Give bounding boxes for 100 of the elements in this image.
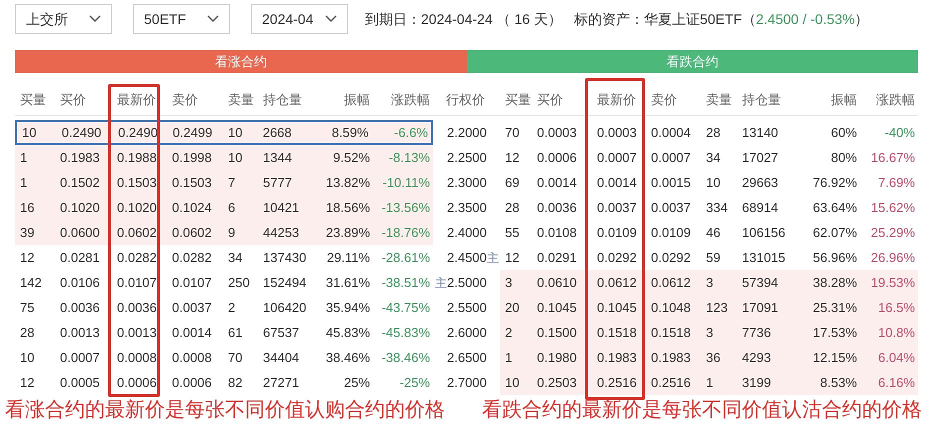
table-cell-text: 0.0612 — [651, 274, 691, 292]
table-cell-text: 0.0006 — [172, 374, 212, 392]
table-cell-text: 10 — [505, 374, 520, 392]
table-cell-text: 3 — [505, 274, 512, 292]
table-cell-text: 0.1983 — [651, 348, 691, 367]
table-cell-text: 44253 — [263, 224, 300, 242]
column-header: 涨跌幅 — [876, 90, 915, 109]
table-cell-text: 63.64% — [812, 198, 857, 217]
column-header: 买量 — [505, 90, 531, 109]
column-header: 卖价 — [172, 90, 198, 109]
table-cell-text: 0.1020 — [60, 198, 100, 217]
table-cell-text: 5777 — [263, 174, 292, 192]
strike-price: 2.6000 — [447, 324, 487, 342]
table-cell-text: 137430 — [263, 248, 306, 267]
table-cell-text: 0.0014 — [537, 174, 577, 192]
table-cell-text: 0.0007 — [651, 148, 691, 167]
table-cell-text: 0.2490 — [62, 124, 102, 142]
table-cell-text: -18.76% — [382, 224, 430, 242]
table-cell-text: 10 — [228, 124, 242, 142]
table-cell-text: 123 — [706, 298, 728, 317]
section-header: 看跌合约 — [466, 50, 918, 73]
column-header: 卖价 — [651, 90, 677, 109]
table-cell-text: 0.0107 — [172, 274, 212, 292]
table-cell-text: 59 — [706, 248, 720, 267]
table-cell-text: 0.0003 — [537, 124, 577, 142]
table-cell-text: 0.1518 — [597, 324, 637, 342]
table-cell-text: 75 — [20, 298, 34, 317]
table-cell-text: 1 — [20, 148, 28, 167]
table-cell-text: 0.0014 — [172, 324, 212, 342]
table-cell-text: 1344 — [263, 148, 292, 167]
table-cell-text: 0.1983 — [597, 348, 637, 367]
annotation-text: 看跌合约的最新价是每张不同价值认沽合约的价格 — [482, 398, 922, 423]
table-cell-text: 142 — [20, 274, 42, 292]
table-cell-text: 62.07% — [812, 224, 857, 242]
expiry-date: 到期日：2024-04-24 （ 16 天） — [365, 10, 562, 28]
table-cell-text: 38.46% — [326, 348, 370, 367]
table-cell-text: 0.0037 — [172, 298, 212, 317]
table-cell-text: 16 — [20, 198, 34, 217]
table-cell-text: 19.53% — [870, 274, 915, 292]
table-cell-text: 46 — [706, 224, 720, 242]
table-cell-text: 34 — [706, 148, 720, 167]
table-cell-text: 25% — [344, 374, 370, 392]
dropdown-select[interactable]: 2024-04 — [251, 4, 348, 34]
table-cell-text: 61 — [228, 324, 242, 342]
column-header: 卖量 — [228, 90, 254, 109]
table-cell-text: 10 — [22, 124, 36, 142]
table-cell-text: 82 — [228, 374, 242, 392]
table-cell-text: 0.0006 — [117, 374, 157, 392]
table-cell-text: 0.1502 — [60, 174, 100, 192]
table-cell-text: 27271 — [263, 374, 300, 392]
table-cell-text: -38.51% — [382, 274, 430, 292]
table-cell-text: 0.0282 — [117, 248, 157, 267]
table-cell-text: 17027 — [742, 148, 778, 167]
table-cell-text: 0.0281 — [60, 248, 100, 267]
table-cell-text: 16.5% — [878, 298, 915, 317]
table-cell-text: 28 — [505, 198, 520, 217]
table-cell-text: 0.0610 — [537, 274, 577, 292]
table-cell-text: 0.1045 — [537, 298, 577, 317]
table-cell-text: 34404 — [263, 348, 300, 367]
column-header: 买价 — [537, 90, 563, 109]
table-cell-text: -40% — [884, 124, 915, 142]
table-cell-text: 0.0005 — [60, 374, 100, 392]
table-cell-text: 0.0282 — [172, 248, 212, 267]
table-cell-text: 60% — [830, 124, 857, 142]
table-cell-text: 152494 — [263, 274, 306, 292]
column-header: 振幅 — [344, 90, 370, 109]
table-cell-text: 39 — [20, 224, 34, 242]
table-cell-text: 23.89% — [326, 224, 370, 242]
table-cell-text: 334 — [706, 198, 728, 217]
strike-price: 2.5000 — [447, 274, 487, 292]
strike-price: 2.7000 — [447, 374, 487, 392]
table-cell-text: -38.46% — [382, 348, 430, 367]
table-cell-text: 1 — [20, 174, 28, 192]
table-cell-text: 25.31% — [812, 298, 857, 317]
table-cell-text: 1 — [706, 374, 714, 392]
table-cell-text: 6.04% — [878, 348, 915, 367]
column-header: 行权价 — [446, 92, 485, 107]
table-cell-text: 0.1998 — [172, 148, 212, 167]
dropdown-select[interactable]: 上交所 — [15, 4, 112, 34]
table-cell-text: 131015 — [742, 248, 786, 267]
table-cell-text: 2 — [228, 298, 236, 317]
table-cell-text: -13.56% — [382, 198, 430, 217]
table-cell-text: 70 — [505, 124, 520, 142]
strike-price: 2.2000 — [447, 124, 487, 142]
table-cell-text: 70 — [228, 348, 242, 367]
dropdown-select[interactable]: 50ETF — [133, 4, 230, 34]
table-cell-text: 2668 — [262, 124, 292, 142]
strike-price: 2.3000 — [447, 174, 487, 192]
strike-price: 2.3500 — [447, 198, 487, 217]
table-cell-text: 0.1020 — [117, 198, 157, 217]
table-cell-text: 1 — [505, 348, 512, 367]
table-cell-text: 0.0612 — [597, 274, 637, 292]
table-cell-text: 0.0107 — [117, 274, 157, 292]
table-cell-text: 0.1024 — [172, 198, 212, 217]
table-cell-text: 106156 — [742, 224, 786, 242]
table-cell-text: 2 — [505, 324, 512, 342]
table-cell-text: 12 — [20, 248, 34, 267]
strike-price: 2.6500 — [447, 348, 487, 367]
table-cell-text: 0.2516 — [597, 374, 637, 392]
table-cell-text: 34 — [228, 248, 242, 267]
